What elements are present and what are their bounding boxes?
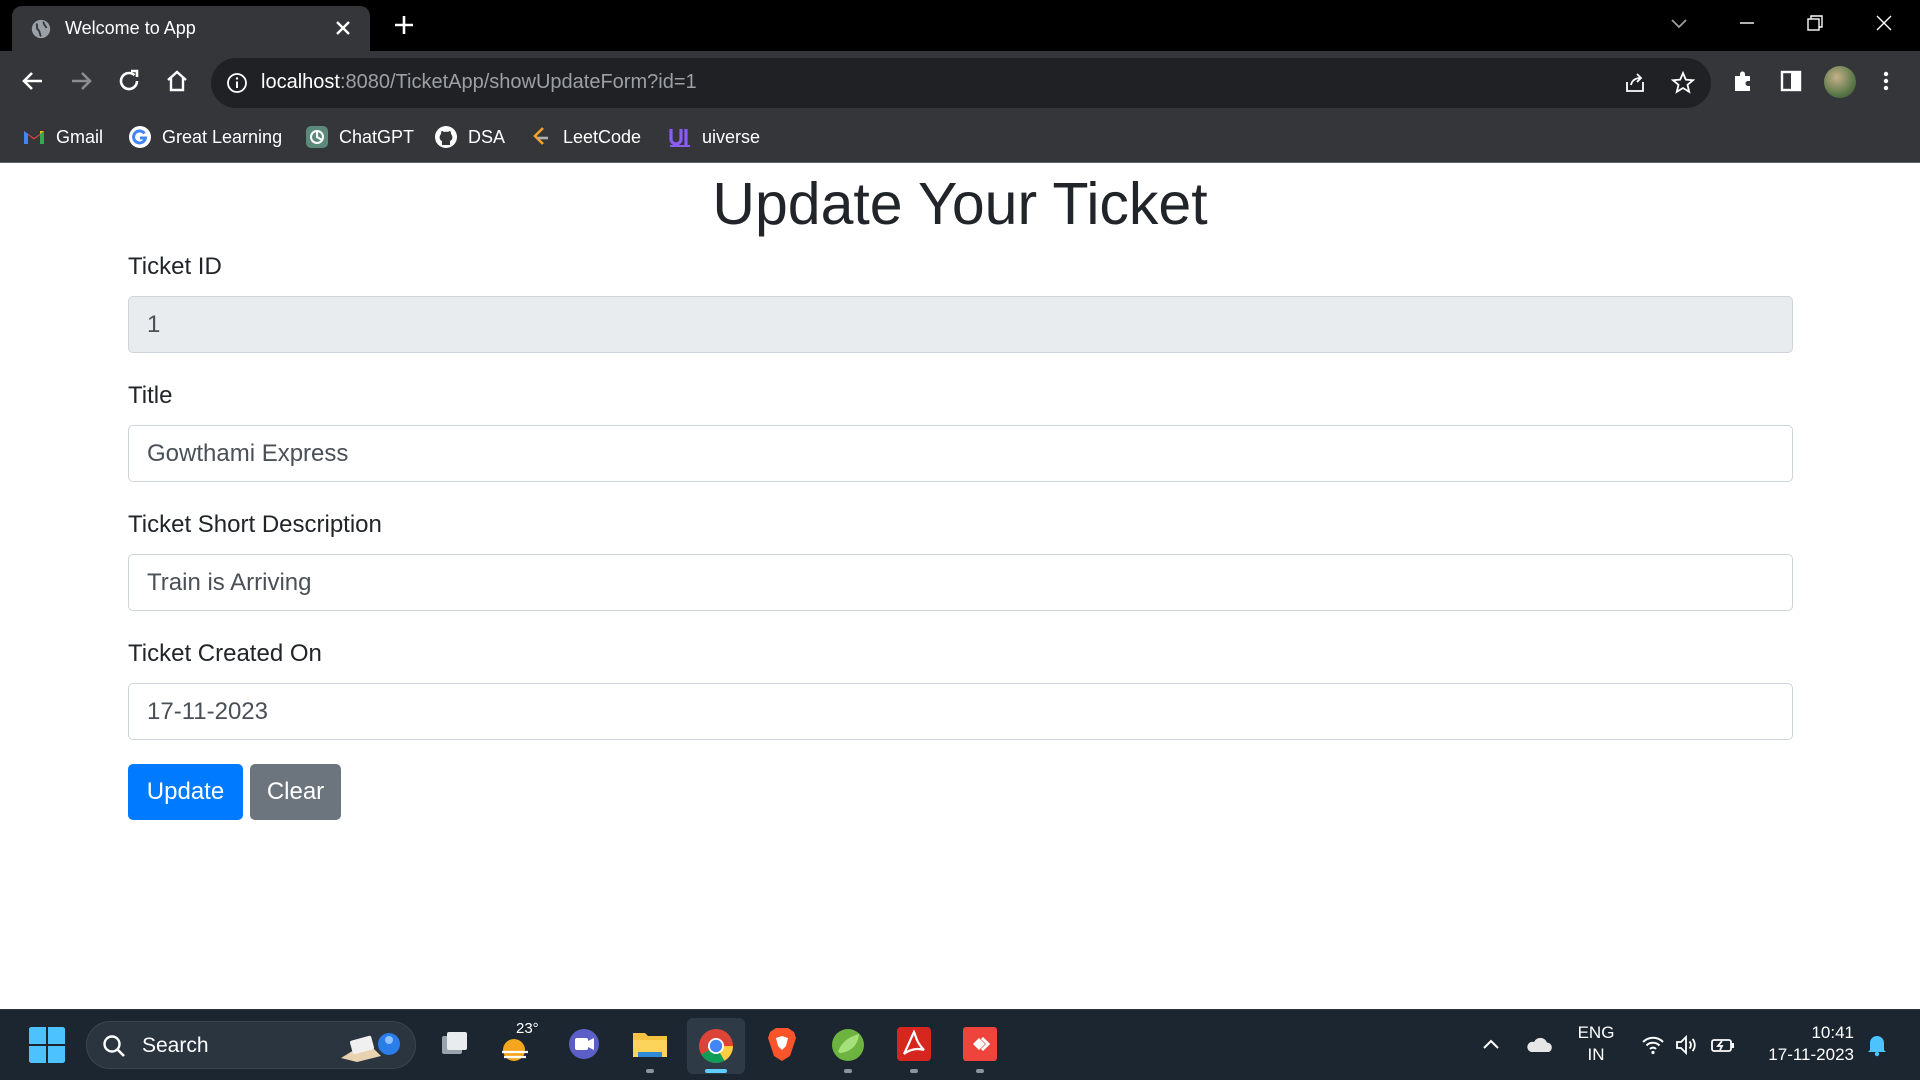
windows-start-icon[interactable] <box>28 1026 66 1064</box>
page-title: Update Your Ticket <box>712 171 1208 237</box>
more-options-icon[interactable] <box>1872 67 1900 95</box>
bookmark-leetcode[interactable]: LeetCode <box>529 124 641 150</box>
short-description-label: Ticket Short Description <box>128 511 382 538</box>
leetcode-icon <box>533 127 548 145</box>
spring-tool-suite-icon[interactable] <box>828 1024 868 1064</box>
ticket-id-field[interactable] <box>128 296 1793 353</box>
acrobat-reader-icon[interactable] <box>894 1024 934 1064</box>
clock-time: 10:41 <box>1811 1023 1854 1042</box>
bookmark-dsa[interactable]: DSA <box>434 124 505 150</box>
url-host: localhost <box>261 71 340 93</box>
clock-date: 17-11-2023 <box>1768 1045 1854 1064</box>
search-highlight-art-icon <box>341 1033 400 1062</box>
tab-title: Welcome to App <box>65 18 196 38</box>
page-content: Update Your Ticket Ticket ID Title Ticke… <box>0 164 1920 1009</box>
running-indicator <box>844 1069 852 1073</box>
title-field[interactable] <box>128 425 1793 482</box>
running-indicator <box>646 1069 654 1073</box>
search-icon <box>103 1035 125 1057</box>
chevron-up-icon[interactable] <box>1478 1032 1504 1058</box>
bookmark-label: LeetCode <box>563 126 642 147</box>
language-code: ENG <box>1577 1023 1615 1042</box>
browser-tab-bar: Welcome to App <box>0 0 1920 51</box>
file-explorer-icon[interactable] <box>630 1024 670 1064</box>
chevron-down-icon[interactable] <box>1667 11 1691 35</box>
reload-icon[interactable] <box>114 66 144 96</box>
anydesk-icon[interactable] <box>960 1024 1000 1064</box>
github-icon <box>435 126 457 148</box>
globe-icon <box>31 19 51 39</box>
browser-toolbar: localhost:8080/TicketApp/showUpdateForm?… <box>0 51 1920 112</box>
extensions-puzzle-icon[interactable] <box>1729 67 1757 95</box>
chrome-icon <box>699 1029 733 1063</box>
weather-temperature: 23° <box>516 1020 539 1037</box>
side-panel-icon[interactable] <box>1777 67 1805 95</box>
browser-tab[interactable]: Welcome to App <box>12 6 370 51</box>
running-indicator <box>976 1069 984 1073</box>
site-info-icon[interactable] <box>225 71 249 95</box>
language-indicator[interactable]: ENG IN <box>1576 1022 1616 1066</box>
address-bar[interactable]: localhost:8080/TicketApp/showUpdateForm?… <box>211 58 1711 108</box>
clock[interactable]: 10:41 17-11-2023 <box>1754 1022 1854 1066</box>
title-label: Title <box>128 382 173 409</box>
taskbar-search[interactable]: Search <box>86 1021 416 1069</box>
close-icon[interactable] <box>334 19 352 37</box>
chatgpt-icon <box>306 126 328 148</box>
short-description-field[interactable] <box>128 554 1793 611</box>
update-button[interactable]: Update <box>128 764 243 820</box>
created-on-label: Ticket Created On <box>128 640 322 667</box>
share-icon[interactable] <box>1622 70 1648 96</box>
url-text[interactable]: localhost:8080/TicketApp/showUpdateForm?… <box>261 71 697 94</box>
bookmark-uiverse[interactable]: uiverse <box>668 124 760 150</box>
teams-chat-icon[interactable] <box>564 1024 604 1064</box>
task-view-icon[interactable] <box>434 1024 474 1064</box>
window-close-icon[interactable] <box>1872 11 1896 35</box>
forward-arrow-icon[interactable] <box>66 66 96 96</box>
weather-widget[interactable]: 23° <box>498 1020 542 1068</box>
bookmark-great-learning[interactable]: Great Learning <box>128 124 282 150</box>
bookmark-label: Great Learning <box>162 126 283 147</box>
taskbar: Search 23° ENG IN 10:41 17-11-2023 <box>0 1009 1920 1080</box>
bookmark-chatgpt[interactable]: ChatGPT <box>305 124 414 150</box>
bookmark-gmail[interactable]: Gmail <box>22 124 103 150</box>
volume-icon[interactable] <box>1674 1032 1700 1058</box>
bookmark-star-icon[interactable] <box>1670 70 1696 96</box>
bookmark-label: uiverse <box>702 126 761 147</box>
gmail-icon <box>24 131 44 144</box>
url-path: :8080/TicketApp/showUpdateForm?id=1 <box>339 71 697 93</box>
active-indicator <box>705 1069 727 1073</box>
bookmark-label: ChatGPT <box>339 126 415 147</box>
weather-sun-icon <box>502 1039 528 1061</box>
great-learning-icon <box>129 126 151 148</box>
minimize-icon[interactable] <box>1735 11 1759 35</box>
notification-bell-icon[interactable] <box>1864 1032 1890 1058</box>
back-arrow-icon[interactable] <box>18 66 48 96</box>
uiverse-icon <box>669 129 690 147</box>
search-label: Search <box>142 1034 209 1057</box>
brave-browser-icon[interactable] <box>762 1024 802 1064</box>
battery-charging-icon[interactable] <box>1710 1032 1736 1058</box>
profile-avatar[interactable] <box>1824 66 1856 98</box>
bookmarks-bar: Gmail Great Learning ChatGPT DSA LeetCod… <box>0 112 1920 163</box>
home-icon[interactable] <box>162 66 192 96</box>
ticket-id-label: Ticket ID <box>128 253 222 280</box>
region-code: IN <box>1587 1045 1605 1064</box>
clear-button[interactable]: Clear <box>250 764 341 820</box>
bookmark-label: Gmail <box>56 126 104 147</box>
onedrive-cloud-icon[interactable] <box>1524 1032 1554 1058</box>
chrome-taskbar-button[interactable] <box>687 1018 745 1074</box>
running-indicator <box>910 1069 918 1073</box>
new-tab-icon[interactable] <box>392 13 416 37</box>
wifi-icon[interactable] <box>1640 1032 1666 1058</box>
restore-icon[interactable] <box>1803 11 1827 35</box>
bookmark-label: DSA <box>468 126 506 147</box>
created-on-field[interactable] <box>128 683 1793 740</box>
